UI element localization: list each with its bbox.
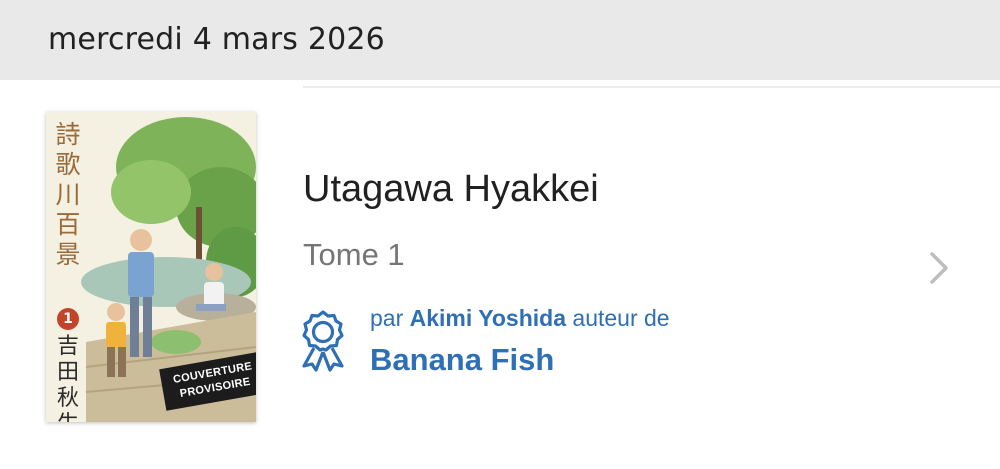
author-suffix: auteur de [566, 305, 670, 331]
volume-label: Tome 1 [303, 237, 405, 272]
author-name-link[interactable]: Akimi Yoshida [410, 305, 566, 331]
chevron-right-icon[interactable] [924, 248, 954, 288]
series-link[interactable]: Banana Fish [370, 342, 554, 378]
author-prefix: par [370, 305, 410, 331]
date-header: mercredi 4 mars 2026 [0, 0, 1000, 80]
date-label: mercredi 4 mars 2026 [48, 22, 385, 57]
award-ribbon-icon [302, 310, 344, 372]
release-list-item[interactable]: 詩歌川百景 1 吉田秋生 COUVERTURE PROVISOIRE Utaga… [0, 88, 1000, 469]
author-line: par Akimi Yoshida auteur de [370, 305, 670, 332]
cover-title-text: 詩歌川百景 [55, 120, 81, 269]
book-title: Utagawa Hyakkei [303, 168, 599, 210]
book-cover[interactable]: 詩歌川百景 1 吉田秋生 COUVERTURE PROVISOIRE [46, 112, 256, 422]
cover-author-text: 吉田秋生 [56, 334, 79, 422]
cover-volume-badge: 1 [57, 308, 79, 330]
